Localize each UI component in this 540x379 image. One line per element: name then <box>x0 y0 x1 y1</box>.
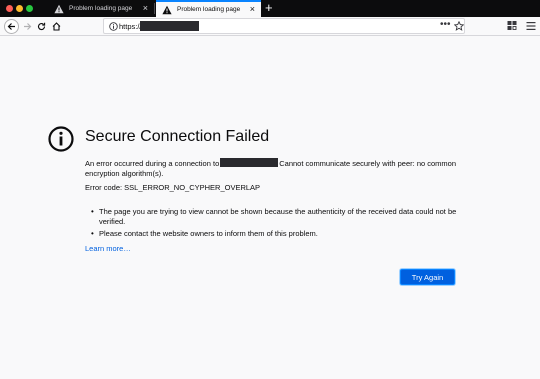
description-prefix: An error occurred during a connection to <box>85 159 220 168</box>
tab-problem-loading-2[interactable]: Problem loading page × <box>156 0 261 17</box>
try-again-button[interactable]: Try Again <box>400 269 455 285</box>
forward-button[interactable] <box>20 19 34 34</box>
tab-close-icon[interactable]: × <box>250 4 255 14</box>
url-bar[interactable]: https:// ••• <box>103 18 465 34</box>
info-icon[interactable] <box>109 22 118 31</box>
error-page: Secure Connection Failed An error occurr… <box>0 37 540 379</box>
warning-icon <box>54 4 64 13</box>
bookmark-star-icon[interactable] <box>454 21 464 31</box>
page-title: Secure Connection Failed <box>85 128 270 145</box>
reload-button[interactable] <box>35 19 47 34</box>
hamburger-menu-icon[interactable] <box>526 20 536 32</box>
zoom-window-button[interactable] <box>26 5 33 12</box>
list-item: Please contact the website owners to inf… <box>91 229 463 239</box>
info-circle-icon <box>48 126 74 152</box>
hostname-redaction <box>220 158 279 167</box>
home-button[interactable] <box>50 19 63 34</box>
library-icon[interactable] <box>507 20 517 32</box>
tab-problem-loading-1[interactable]: Problem loading page × <box>48 0 154 17</box>
url-redaction <box>140 21 199 31</box>
page-actions-icon[interactable]: ••• <box>440 19 451 30</box>
warning-icon <box>162 5 172 14</box>
url-text[interactable]: https:// <box>119 22 142 31</box>
back-button[interactable] <box>4 19 19 34</box>
arrow-right-icon <box>23 23 31 30</box>
home-icon <box>52 22 61 31</box>
new-tab-button[interactable]: + <box>265 1 273 15</box>
learn-more-link[interactable]: Learn more… <box>85 244 131 253</box>
navigation-toolbar: https:// ••• <box>0 17 540 36</box>
tab-divider <box>154 3 155 14</box>
tab-label: Problem loading page <box>69 5 133 12</box>
tab-label: Problem loading page <box>177 6 241 13</box>
minimize-window-button[interactable] <box>16 5 23 12</box>
tab-strip: Problem loading page × Problem loading p… <box>0 0 540 17</box>
close-window-button[interactable] <box>6 5 13 12</box>
error-details-list: The page you are trying to view cannot b… <box>91 207 463 241</box>
tab-close-icon[interactable]: × <box>143 3 148 13</box>
arrow-left-icon <box>7 23 15 30</box>
list-item: The page you are trying to view cannot b… <box>91 207 463 227</box>
reload-icon <box>37 22 45 31</box>
error-code: Error code: SSL_ERROR_NO_CYPHER_OVERLAP <box>85 183 261 192</box>
error-description: An error occurred during a connection to… <box>85 158 465 179</box>
